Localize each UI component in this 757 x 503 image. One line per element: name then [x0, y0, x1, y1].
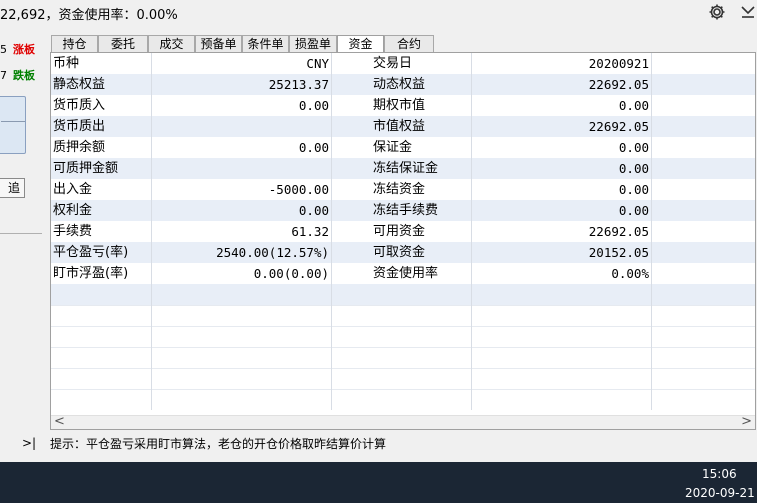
field-label: 资金使用率 — [373, 266, 439, 281]
left-quote-panel: 5 涨板 7 跌板 追 — [0, 24, 43, 430]
tab-stop-orders[interactable]: 损盈单 — [289, 35, 337, 52]
field-label: 货币质出 — [53, 119, 106, 134]
field-value: 22692.05 — [588, 224, 649, 239]
tab-conditional-orders[interactable]: 条件单 — [242, 35, 289, 52]
field-value: 0.00% — [611, 266, 649, 281]
order-input-box[interactable] — [0, 96, 26, 154]
field-label: 货币质入 — [53, 98, 106, 113]
account-summary-bar: 22,692，资金使用率：0.00% — [0, 0, 757, 24]
field-value: 61.32 — [291, 224, 329, 239]
field-label: 可质押金额 — [53, 161, 119, 176]
table-row[interactable]: 货币质入 0.00 期权市值 0.00 — [51, 95, 755, 116]
tab-positions[interactable]: 持仓 — [51, 35, 98, 52]
table-row[interactable]: 货币质出 市值权益 22692.05 — [51, 116, 755, 137]
clock-time[interactable]: 15:06 — [702, 467, 737, 481]
field-label: 冻结手续费 — [373, 203, 439, 218]
limit-up-count: 5 — [0, 43, 7, 56]
table-row[interactable]: 出入金 -5000.00 冻结资金 0.00 — [51, 179, 755, 200]
scroll-right-icon[interactable]: > — [741, 414, 752, 429]
field-value: 0.00 — [298, 203, 329, 218]
limit-down-count: 7 — [0, 69, 7, 82]
field-value: 22692.05 — [588, 77, 649, 92]
table-row[interactable]: 币种 CNY 交易日 20200921 — [51, 53, 755, 74]
limit-down-row: 7 跌板 — [0, 67, 35, 83]
limit-up-label: 涨板 — [13, 43, 35, 56]
field-label: 出入金 — [53, 182, 93, 197]
field-value: 0.00 — [618, 203, 649, 218]
field-label: 币种 — [53, 56, 80, 71]
tab-contracts[interactable]: 合约 — [384, 35, 434, 52]
field-value: 20200921 — [588, 56, 649, 71]
field-value: CNY — [306, 56, 329, 71]
account-summary-text: 22,692，资金使用率：0.00% — [0, 8, 178, 23]
field-label: 质押余额 — [53, 140, 106, 155]
table-row[interactable]: 盯市浮盈(率) 0.00(0.00) 资金使用率 0.00% — [51, 263, 755, 284]
field-label: 冻结保证金 — [373, 161, 439, 176]
field-value: 22692.05 — [588, 119, 649, 134]
tab-trades[interactable]: 成交 — [148, 35, 195, 52]
field-label: 保证金 — [373, 140, 413, 155]
horizontal-scrollbar[interactable]: < > — [51, 414, 755, 429]
chase-order-button[interactable]: 追 — [0, 178, 25, 198]
field-value: 25213.37 — [268, 77, 329, 92]
taskbar: 15:06 2020-09-21 — [0, 462, 757, 503]
limit-down-label: 跌板 — [13, 69, 35, 82]
chevron-down-icon[interactable] — [739, 2, 757, 22]
field-value: 2540.00(12.57%) — [216, 245, 329, 260]
field-label: 平仓盈亏(率) — [53, 245, 129, 260]
field-label: 冻结资金 — [373, 182, 426, 197]
field-label: 期权市值 — [373, 98, 426, 113]
field-label: 盯市浮盈(率) — [53, 266, 129, 281]
field-label: 动态权益 — [373, 77, 426, 92]
field-label: 可取资金 — [373, 245, 426, 260]
field-value: 20152.05 — [588, 245, 649, 260]
field-value: 0.00(0.00) — [253, 266, 329, 281]
field-value — [151, 116, 329, 137]
tab-funds[interactable]: 资金 — [337, 35, 384, 53]
field-value: 0.00 — [618, 182, 649, 197]
table-row[interactable]: 静态权益 25213.37 动态权益 22692.05 — [51, 74, 755, 95]
table-row[interactable]: 可质押金额 冻结保证金 0.00 — [51, 158, 755, 179]
field-value: 0.00 — [298, 98, 329, 113]
jump-to-end-icon[interactable]: >| — [22, 436, 36, 450]
table-row[interactable]: 手续费 61.32 可用资金 22692.05 — [51, 221, 755, 242]
tab-orders[interactable]: 委托 — [98, 35, 148, 52]
gear-icon[interactable] — [707, 2, 727, 22]
field-value: 0.00 — [618, 98, 649, 113]
field-value: 0.00 — [618, 140, 649, 155]
field-value: -5000.00 — [268, 182, 329, 197]
field-value: 0.00 — [618, 161, 649, 176]
field-label: 市值权益 — [373, 119, 426, 134]
field-label: 交易日 — [373, 56, 413, 71]
field-label: 可用资金 — [373, 224, 426, 239]
funds-table: 币种 CNY 交易日 20200921 静态权益 25213.37 动态权益 2… — [50, 52, 756, 430]
scroll-left-icon[interactable]: < — [54, 414, 65, 429]
divider — [0, 233, 42, 234]
clock-date[interactable]: 2020-09-21 — [685, 486, 755, 500]
table-row[interactable]: 平仓盈亏(率) 2540.00(12.57%) 可取资金 20152.05 — [51, 242, 755, 263]
hint-text: 提示：平仓盈亏采用盯市算法，老仓的开仓价格取昨结算价计算 — [50, 437, 387, 451]
field-label: 权利金 — [53, 203, 93, 218]
field-value: 0.00 — [298, 140, 329, 155]
field-label: 手续费 — [53, 224, 93, 239]
field-label: 静态权益 — [53, 77, 106, 92]
field-value — [151, 158, 329, 179]
table-row[interactable]: 权利金 0.00 冻结手续费 0.00 — [51, 200, 755, 221]
limit-up-row: 5 涨板 — [0, 41, 35, 57]
table-row[interactable]: 质押余额 0.00 保证金 0.00 — [51, 137, 755, 158]
tab-prepared-orders[interactable]: 预备单 — [195, 35, 242, 52]
